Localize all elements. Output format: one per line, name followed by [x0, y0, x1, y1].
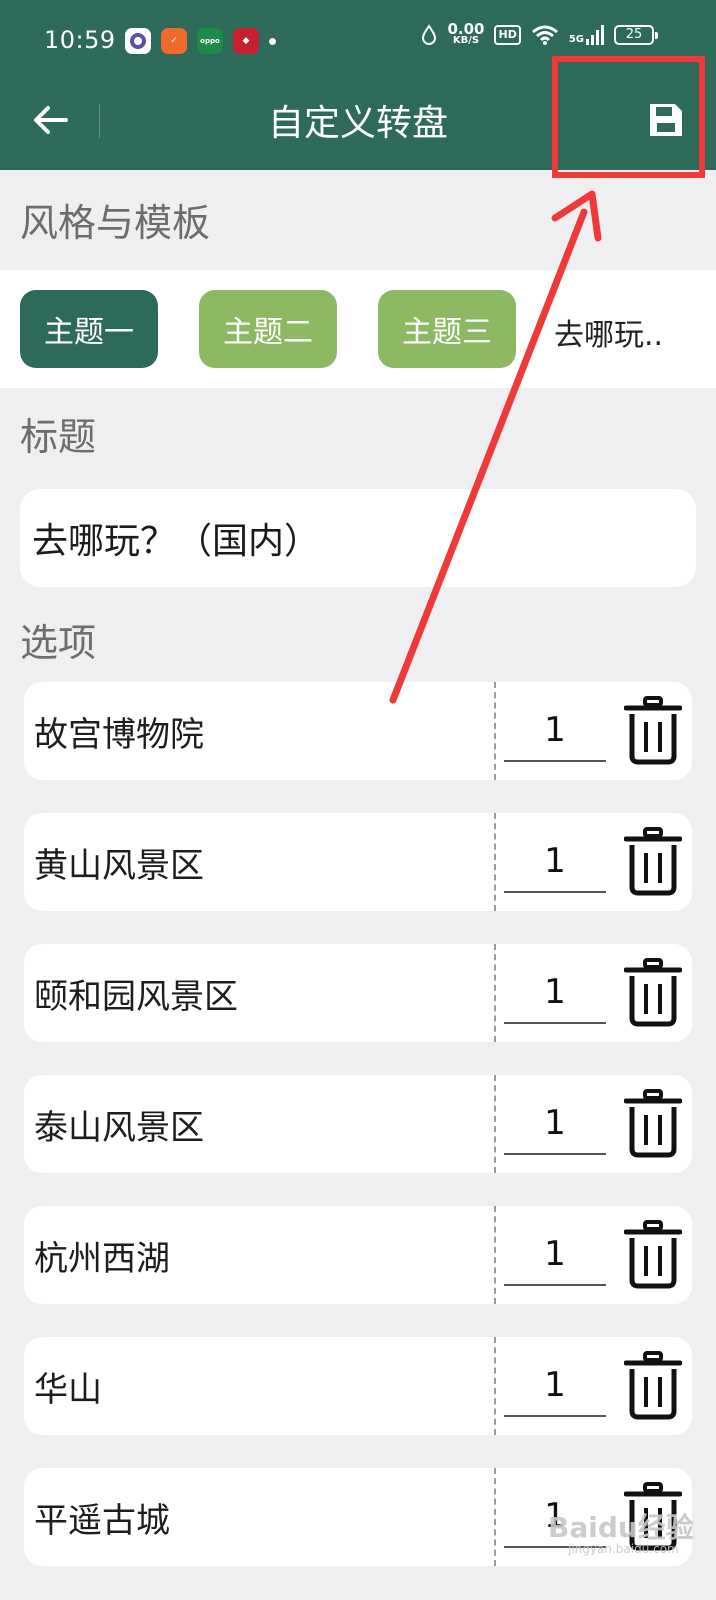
- trash-icon: [624, 958, 682, 1027]
- section-label-title: 标题: [20, 415, 97, 459]
- option-row: 平遥古城: [24, 1468, 692, 1566]
- cell-signal: 5G: [569, 25, 604, 45]
- trash-icon: [624, 696, 682, 765]
- option-divider: [494, 813, 496, 911]
- app-notification-icon: ✓: [161, 28, 187, 54]
- delete-option-button[interactable]: [622, 825, 684, 899]
- section-label-options: 选项: [20, 621, 97, 665]
- status-bar: 10:59 ✓ oppo ◆ 0.00 KB/S HD 5G 25: [0, 0, 716, 84]
- trash-icon: [624, 1089, 682, 1158]
- option-weight-input[interactable]: [504, 962, 606, 1024]
- option-weight-input[interactable]: [504, 700, 606, 762]
- option-row: 华山: [24, 1337, 692, 1435]
- wifi-icon: [531, 25, 558, 45]
- option-row: 黄山风景区: [24, 813, 692, 911]
- floppy-disk-icon: [650, 104, 682, 136]
- drop-icon: [422, 24, 437, 45]
- trash-icon: [624, 1220, 682, 1289]
- theme-chip-1[interactable]: 主题一: [20, 290, 158, 368]
- more-notifications-dot-icon: [269, 37, 276, 45]
- title-input[interactable]: 去哪玩？（国内）: [20, 489, 696, 587]
- status-time: 10:59: [44, 26, 116, 54]
- option-row: 颐和园风景区: [24, 944, 692, 1042]
- header: 10:59 ✓ oppo ◆ 0.00 KB/S HD 5G 25 自定义转盘: [0, 0, 716, 170]
- option-name[interactable]: 平遥古城: [34, 1468, 170, 1566]
- option-divider: [494, 1468, 496, 1566]
- theme-chip-3[interactable]: 主题三: [378, 290, 516, 368]
- theme-chip-2[interactable]: 主题二: [199, 290, 337, 368]
- delete-option-button[interactable]: [622, 694, 684, 768]
- app-root: 10:59 ✓ oppo ◆ 0.00 KB/S HD 5G 25 自定义转盘 …: [0, 0, 716, 1600]
- network-speed-value: 0.00: [447, 20, 485, 38]
- option-divider: [494, 1337, 496, 1435]
- theme-selector: 主题一 主题二 主题三 去哪玩..: [0, 270, 716, 388]
- option-row: 杭州西湖: [24, 1206, 692, 1304]
- option-weight-input[interactable]: [504, 1486, 606, 1548]
- delete-option-button[interactable]: [622, 1480, 684, 1554]
- notification-icons: ✓ oppo ◆: [125, 28, 276, 54]
- option-weight-input[interactable]: [504, 1355, 606, 1417]
- option-name[interactable]: 颐和园风景区: [34, 944, 238, 1042]
- option-weight-input[interactable]: [504, 831, 606, 893]
- option-divider: [494, 1206, 496, 1304]
- system-indicators: 0.00 KB/S HD 5G 25: [421, 20, 658, 47]
- option-name[interactable]: 故宫博物院: [34, 682, 204, 780]
- delete-option-button[interactable]: [622, 1218, 684, 1292]
- signal-bars-icon: [586, 25, 604, 45]
- app-bar-divider: [99, 104, 100, 138]
- option-weight-input[interactable]: [504, 1224, 606, 1286]
- trash-icon: [624, 1351, 682, 1420]
- option-weight-input[interactable]: [504, 1093, 606, 1155]
- option-divider: [494, 944, 496, 1042]
- arrow-left-icon: [34, 106, 68, 134]
- option-row: 故宫博物院: [24, 682, 692, 780]
- option-name[interactable]: 黄山风景区: [34, 813, 204, 911]
- hd-badge: HD: [494, 25, 521, 45]
- option-name[interactable]: 华山: [34, 1337, 102, 1435]
- delete-option-button[interactable]: [622, 956, 684, 1030]
- oppo-app-icon: oppo: [197, 28, 223, 54]
- delete-option-button[interactable]: [622, 1349, 684, 1423]
- page-title: 自定义转盘: [267, 103, 448, 144]
- app-notification-icon: ◆: [233, 28, 259, 54]
- option-row: 泰山风景区: [24, 1075, 692, 1173]
- delete-option-button[interactable]: [622, 1087, 684, 1161]
- trash-icon: [624, 1482, 682, 1551]
- option-divider: [494, 1075, 496, 1173]
- option-name[interactable]: 杭州西湖: [34, 1206, 170, 1304]
- network-speed: 0.00 KB/S: [447, 20, 485, 47]
- network-type-label: 5G: [568, 34, 584, 45]
- option-divider: [494, 682, 496, 780]
- app-bar: 自定义转盘: [0, 84, 716, 170]
- option-name[interactable]: 泰山风景区: [34, 1075, 204, 1173]
- battery-indicator: 25: [614, 25, 658, 45]
- template-chip[interactable]: 去哪玩..: [554, 310, 663, 354]
- network-speed-unit: KB/S: [452, 35, 480, 46]
- app-notification-icon: [125, 28, 151, 54]
- section-label-style: 风格与模板: [20, 201, 211, 245]
- save-button[interactable]: [636, 94, 696, 146]
- trash-icon: [624, 827, 682, 896]
- back-button[interactable]: [20, 92, 80, 148]
